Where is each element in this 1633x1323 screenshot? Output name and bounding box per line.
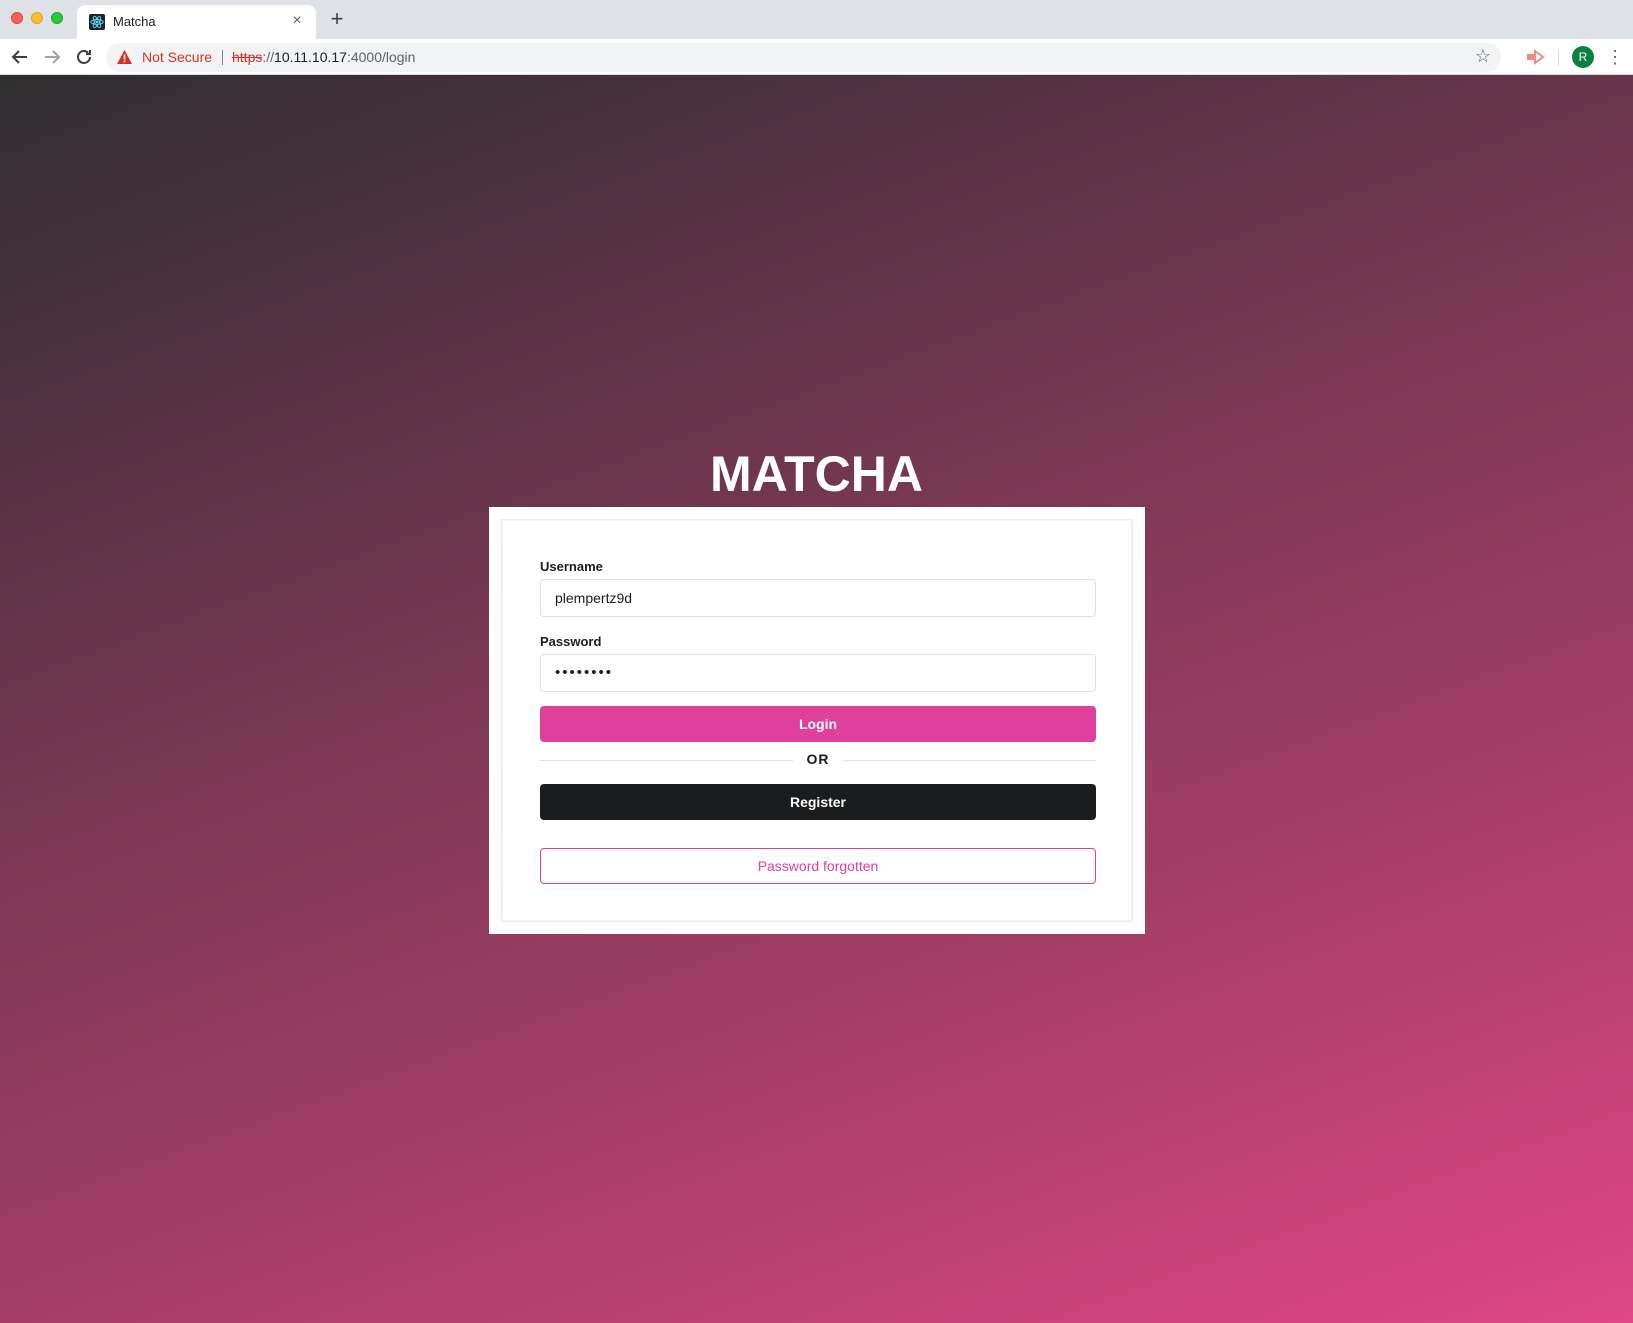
- url-scheme: https: [232, 49, 263, 65]
- url-host: 10.11.10.17: [274, 49, 347, 65]
- tab-strip: Matcha × +: [0, 0, 1633, 39]
- browser-toolbar: Not Secure https://10.11.10.17:4000/logi…: [0, 39, 1633, 75]
- tab-close-icon[interactable]: ×: [288, 12, 306, 30]
- minimize-window-button[interactable]: [31, 12, 43, 24]
- forward-arrow-icon[interactable]: [40, 45, 64, 69]
- toolbar-separator: [1558, 49, 1559, 66]
- omnibox-separator: [222, 50, 223, 65]
- login-form-panel: Username plempertz9d Password •••••••• L…: [501, 519, 1133, 922]
- close-window-button[interactable]: [11, 12, 23, 24]
- or-divider: OR: [540, 750, 1096, 770]
- maximize-window-button[interactable]: [51, 12, 63, 24]
- profile-avatar[interactable]: R: [1572, 46, 1594, 68]
- register-button[interactable]: Register: [540, 784, 1096, 820]
- username-label: Username: [540, 559, 603, 574]
- divider-line-right: [843, 760, 1096, 761]
- address-bar[interactable]: Not Secure https://10.11.10.17:4000/logi…: [106, 43, 1501, 72]
- react-favicon-icon: [89, 14, 105, 30]
- browser-chrome: Matcha × + Not Secure https://10.11.10.1…: [0, 0, 1633, 75]
- page-viewport: MATCHA Username plempertz9d Password •••…: [0, 75, 1633, 1323]
- divider-text: OR: [806, 751, 830, 767]
- url-scheme-separator: ://: [262, 49, 275, 65]
- url-path: :4000/login: [346, 49, 416, 65]
- security-status[interactable]: Not Secure: [142, 49, 212, 65]
- extension-icon[interactable]: [1524, 47, 1546, 67]
- tab-title: Matcha: [113, 14, 156, 29]
- reload-icon[interactable]: [72, 45, 96, 69]
- kebab-menu-icon[interactable]: ⋮: [1606, 45, 1624, 69]
- bookmark-star-icon[interactable]: ☆: [1475, 46, 1491, 67]
- app-logo-title: MATCHA: [710, 446, 923, 502]
- login-card: Username plempertz9d Password •••••••• L…: [489, 507, 1145, 934]
- back-arrow-icon[interactable]: [8, 45, 32, 69]
- password-forgotten-button[interactable]: Password forgotten: [540, 848, 1096, 884]
- new-tab-button[interactable]: +: [326, 8, 348, 31]
- login-button[interactable]: Login: [540, 706, 1096, 742]
- warning-icon: [117, 50, 132, 64]
- password-input[interactable]: ••••••••: [540, 654, 1096, 692]
- url-text[interactable]: https://10.11.10.17:4000/login: [232, 49, 415, 65]
- password-label: Password: [540, 634, 602, 649]
- browser-tab-matcha[interactable]: Matcha ×: [77, 5, 316, 39]
- username-input[interactable]: plempertz9d: [540, 579, 1096, 617]
